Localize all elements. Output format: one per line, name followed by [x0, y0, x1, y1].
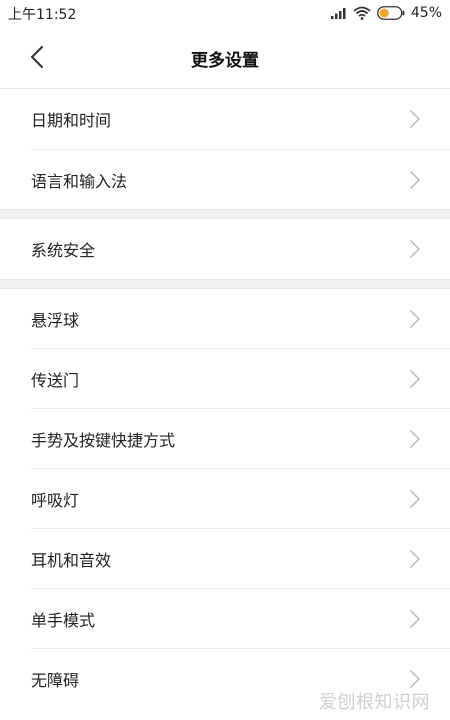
status-bar: 上午11:52 45% [0, 0, 450, 26]
menu-item-label: 传送门 [31, 371, 80, 390]
menu-item-system-security[interactable]: 系统安全 [0, 219, 450, 279]
chevron-right-icon [410, 490, 420, 508]
section-divider [0, 209, 450, 219]
watermark: 爱刨根知识网 [319, 692, 430, 713]
menu-item-language-input[interactable]: 语言和输入法 [0, 150, 450, 210]
menu-item-label: 悬浮球 [31, 311, 80, 330]
status-icons: 45% [330, 4, 442, 22]
chevron-right-icon [410, 610, 420, 628]
menu-item-portal[interactable]: 传送门 [0, 349, 450, 409]
chevron-right-icon [410, 370, 420, 388]
battery-icon [376, 6, 405, 20]
chevron-right-icon [410, 110, 420, 128]
menu-item-floating-ball[interactable]: 悬浮球 [0, 289, 450, 349]
menu-item-notification-light[interactable]: 呼吸灯 [0, 469, 450, 529]
menu-item-one-handed-mode[interactable]: 单手模式 [0, 589, 450, 649]
menu-item-label: 耳机和音效 [31, 551, 112, 570]
menu-item-gesture-shortcuts[interactable]: 手势及按键快捷方式 [0, 409, 450, 469]
title-bar: 更多设置 [0, 26, 450, 88]
chevron-right-icon [410, 670, 420, 688]
chevron-right-icon [410, 430, 420, 448]
menu-item-label: 呼吸灯 [31, 491, 80, 510]
chevron-right-icon [410, 171, 420, 189]
menu-item-label: 单手模式 [31, 611, 96, 630]
menu-item-label: 手势及按键快捷方式 [31, 431, 176, 450]
page-title: 更多设置 [191, 51, 259, 71]
chevron-right-icon [410, 310, 420, 328]
menu-item-label: 日期和时间 [31, 111, 112, 130]
chevron-right-icon [410, 240, 420, 258]
menu-item-date-time[interactable]: 日期和时间 [0, 89, 450, 149]
chevron-right-icon [410, 550, 420, 568]
menu-item-label: 语言和输入法 [31, 172, 128, 191]
wifi-icon [353, 6, 371, 20]
battery-percentage: 45% [410, 5, 442, 21]
signal-icon [330, 8, 346, 19]
menu-item-label: 系统安全 [31, 241, 96, 260]
menu-item-headphones-audio[interactable]: 耳机和音效 [0, 529, 450, 589]
status-time: 上午11:52 [8, 7, 77, 23]
section-divider [0, 279, 450, 289]
menu-item-label: 无障碍 [31, 671, 80, 690]
